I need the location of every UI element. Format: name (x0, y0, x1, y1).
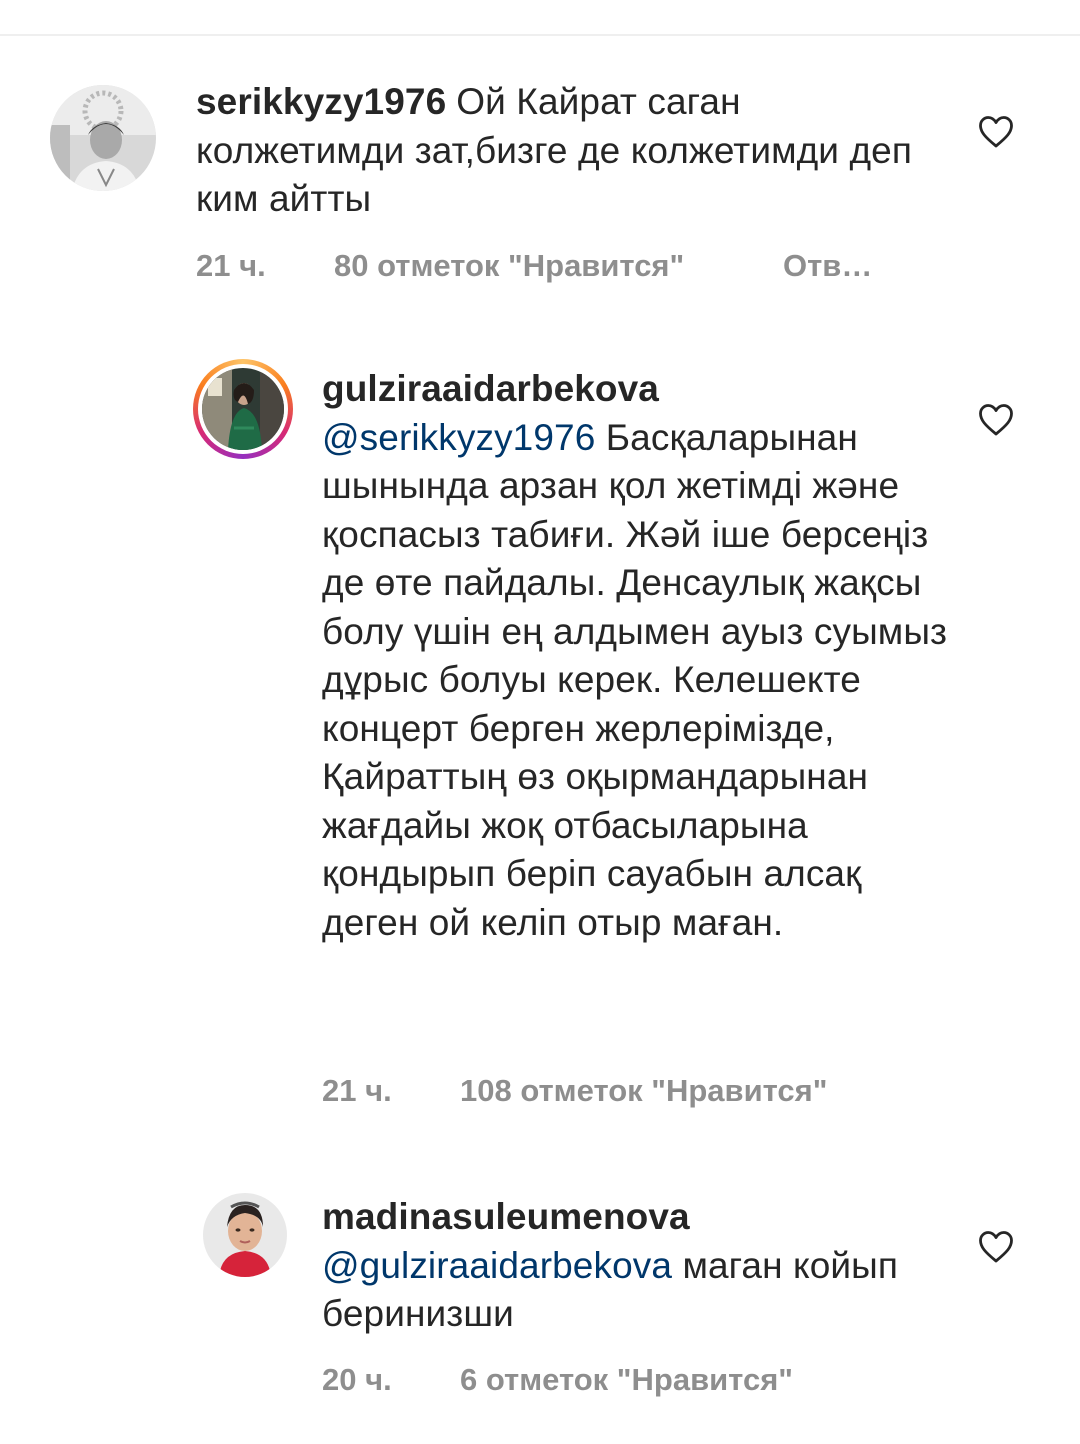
comment-time: 21 ч. (322, 1073, 392, 1108)
mention-link[interactable]: @gulziraaidarbekova (322, 1245, 672, 1286)
comment-time: 20 ч. (322, 1362, 392, 1397)
comment-username[interactable]: madinasuleumenova (322, 1193, 942, 1242)
comment-meta: 21 ч. 108 отметок "Нравится" (322, 1073, 922, 1113)
reply-button[interactable]: Отв… (783, 248, 872, 284)
comment-username[interactable]: gulziraaidarbekova (322, 365, 952, 414)
heart-icon[interactable] (978, 115, 1014, 149)
avatar[interactable] (50, 85, 156, 191)
heart-icon[interactable] (978, 1230, 1014, 1264)
avatar[interactable] (203, 1193, 287, 1277)
mention-link[interactable]: @serikkyzy1976 (322, 417, 595, 458)
heart-icon[interactable] (978, 403, 1014, 437)
comment-meta: 20 ч. 6 отметок "Нравится" (322, 1362, 922, 1402)
comment-username[interactable]: serikkyzy1976 (196, 81, 446, 122)
likes-count-link[interactable]: 80 отметок "Нравится" (334, 248, 684, 284)
comment-text: madinasuleumenova @gulziraaidarbekova ма… (322, 1193, 942, 1339)
comment-text: gulziraaidarbekova @serikkyzy1976 Басқал… (322, 365, 952, 947)
comment-text: serikkyzy1976 Ой Кайрат саган колжетимди … (196, 78, 916, 224)
likes-count-link[interactable]: 6 отметок "Нравится" (460, 1362, 793, 1398)
comment-meta: 21 ч. 80 отметок "Нравится" Отв… (196, 248, 896, 288)
comment-body: Басқаларынан шынында арзан қол жетімді ж… (322, 416, 948, 943)
top-divider (0, 34, 1080, 36)
likes-count-link[interactable]: 108 отметок "Нравится" (460, 1073, 827, 1109)
comment-time: 21 ч. (196, 248, 266, 283)
avatar[interactable] (202, 368, 284, 450)
